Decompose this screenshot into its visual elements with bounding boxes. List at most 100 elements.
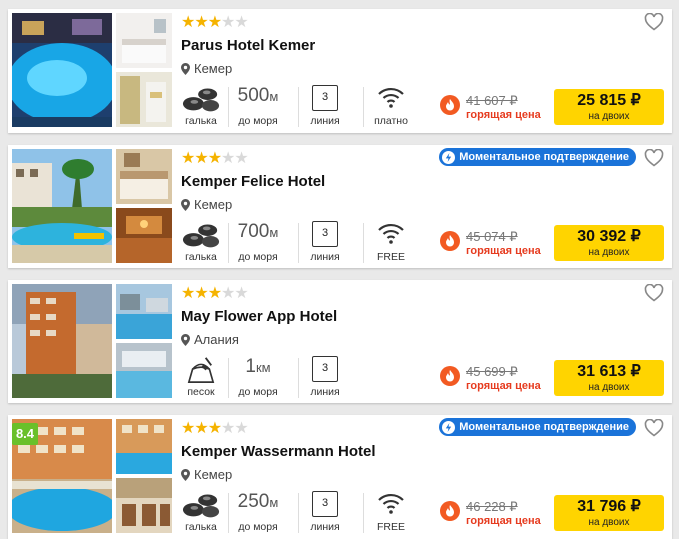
distance-unit: км (255, 360, 271, 375)
hotel-card[interactable]: ★★★★★ Моментальное подтверждение Kemper … (8, 145, 672, 268)
pebbles-icon (182, 88, 220, 112)
hotel-location: Кемер (181, 197, 232, 212)
hotel-name[interactable]: May Flower App Hotel (181, 308, 337, 325)
beach-type: песок (181, 356, 221, 398)
wifi-label: FREE (376, 251, 405, 263)
hot-price-label: горящая цена (466, 109, 541, 121)
hotel-location: Алания (181, 332, 239, 347)
line-value: 3 (312, 221, 338, 247)
hotel-card[interactable]: ★★★★★ Parus Hotel Kemer Кемер галька 500… (8, 9, 672, 133)
line-label: линия (310, 251, 340, 263)
beach-line: 3 линия (304, 85, 346, 127)
sea-distance: 500м до моря (232, 85, 284, 127)
price-value: 31 613 ₽ (577, 363, 641, 380)
hotel-photo-thumb[interactable] (116, 13, 172, 68)
price-value: 31 796 ₽ (577, 498, 641, 515)
fire-icon (440, 231, 460, 251)
rating-score-badge: 8.4 (12, 423, 38, 445)
beach-type: галька (181, 491, 221, 533)
price-button[interactable]: 30 392 ₽ на двоих (554, 225, 664, 261)
hotel-photo-thumb[interactable] (116, 208, 172, 263)
fire-icon (440, 95, 460, 115)
hotel-photo-thumb[interactable] (116, 419, 172, 474)
heart-icon[interactable] (644, 419, 664, 437)
beach-line: 3 линия (304, 221, 346, 263)
hotel-photo-thumb[interactable] (116, 149, 172, 204)
hotel-card[interactable]: 8.4 ★★★★★ Моментальное подтверждение Kem… (8, 415, 672, 539)
instant-confirmation-badge: Моментальное подтверждение (439, 148, 636, 166)
hotel-photo-thumb[interactable] (116, 284, 172, 339)
price-note: на двоих (588, 517, 630, 528)
fire-icon (440, 366, 460, 386)
map-pin-icon (181, 468, 190, 481)
heart-icon[interactable] (644, 149, 664, 167)
price-value: 30 392 ₽ (577, 228, 641, 245)
hotel-location: Кемер (181, 467, 232, 482)
beach-label: галька (185, 251, 217, 263)
beach-label: галька (185, 521, 217, 533)
star-rating: ★★★★★ (181, 14, 249, 31)
divider (228, 223, 229, 263)
price-button[interactable]: 31 796 ₽ на двоих (554, 495, 664, 531)
divider (298, 87, 299, 127)
hot-price-label: горящая цена (466, 380, 541, 392)
divider (228, 358, 229, 398)
divider (228, 87, 229, 127)
price-value: 25 815 ₽ (577, 92, 641, 109)
location-label: Кемер (194, 467, 233, 482)
map-pin-icon (181, 62, 190, 75)
wifi-icon (378, 87, 404, 108)
sea-distance: 700м до моря (232, 221, 284, 263)
hotel-name[interactable]: Kemper Felice Hotel (181, 173, 325, 190)
wifi-label: FREE (376, 521, 405, 533)
beach-type: галька (181, 221, 221, 263)
beach-line: 3 линия (304, 491, 346, 533)
hotel-photo-thumb[interactable] (116, 478, 172, 533)
line-value: 3 (312, 85, 338, 111)
wifi-label: платно (374, 115, 408, 127)
lightning-icon (442, 420, 456, 434)
beach-label: песок (187, 386, 215, 398)
old-price: 46 228 ₽ (466, 499, 518, 514)
pebbles-icon (182, 494, 220, 518)
lightning-icon (442, 150, 456, 164)
badge-label: Моментальное подтверждение (459, 421, 629, 433)
line-label: линия (310, 521, 340, 533)
fire-icon (440, 501, 460, 521)
price-note: на двоих (588, 247, 630, 258)
map-pin-icon (181, 333, 190, 346)
wifi-info: FREE (370, 491, 412, 533)
hotel-name[interactable]: Kemper Wassermann Hotel (181, 443, 376, 460)
location-label: Алания (194, 332, 239, 347)
price-button[interactable]: 31 613 ₽ на двоих (554, 360, 664, 396)
hot-price-label: горящая цена (466, 515, 541, 527)
wifi-info: платно (370, 85, 412, 127)
heart-icon[interactable] (644, 13, 664, 31)
hotel-main-photo[interactable] (12, 13, 112, 127)
divider (363, 493, 364, 533)
price-button[interactable]: 25 815 ₽ на двоих (554, 89, 664, 125)
hotel-main-photo[interactable] (12, 284, 112, 398)
hotel-photo-thumb[interactable] (116, 343, 172, 398)
hotel-card[interactable]: ★★★★★ May Flower App Hotel Алания песок … (8, 280, 672, 403)
hotel-main-photo[interactable] (12, 149, 112, 263)
line-label: линия (310, 115, 340, 127)
map-pin-icon (181, 198, 190, 211)
divider (363, 87, 364, 127)
distance-label: до моря (238, 115, 278, 127)
instant-confirmation-badge: Моментальное подтверждение (439, 418, 636, 436)
hotel-photo-thumb[interactable] (116, 72, 172, 127)
location-label: Кемер (194, 197, 233, 212)
beach-line: 3 линия (304, 356, 346, 398)
line-value: 3 (312, 491, 338, 517)
price-note: на двоих (588, 382, 630, 393)
old-price: 45 699 ₽ (466, 364, 518, 379)
sand-bucket-icon (187, 357, 215, 383)
hotel-name[interactable]: Parus Hotel Kemer (181, 37, 315, 54)
sea-distance: 250м до моря (232, 491, 284, 533)
line-value: 3 (312, 356, 338, 382)
distance-label: до моря (238, 251, 278, 263)
distance-value: 500 (237, 85, 270, 106)
heart-icon[interactable] (644, 284, 664, 302)
wifi-info: FREE (370, 221, 412, 263)
